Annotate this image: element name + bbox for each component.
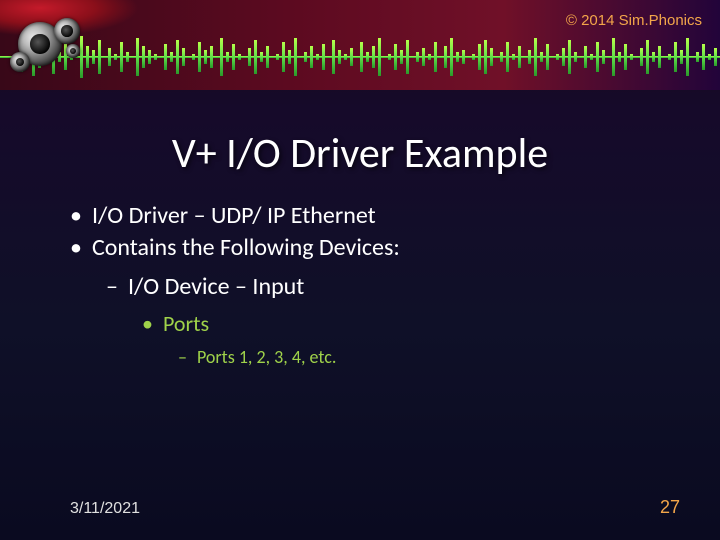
bullet-level3: Ports bbox=[142, 309, 680, 339]
bullet-level1: I/O Driver – UDP/ IP Ethernet bbox=[70, 200, 680, 232]
bullet-level4: Ports 1, 2, 3, 4, etc. bbox=[178, 345, 680, 369]
footer-page-number: 27 bbox=[660, 497, 680, 518]
bullet-level1: Contains the Following Devices: bbox=[70, 232, 680, 264]
slide-title: V+ I/O Driver Example bbox=[0, 128, 720, 179]
copyright-text: © 2014 Sim.Phonics bbox=[566, 12, 702, 29]
bullet-level2: I/O Device – Input bbox=[106, 271, 680, 303]
slide-content: I/O Driver – UDP/ IP Ethernet Contains t… bbox=[70, 200, 680, 369]
waveform-graphic bbox=[0, 32, 720, 82]
speaker-graphic bbox=[10, 18, 90, 88]
footer-date: 3/11/2021 bbox=[70, 500, 140, 518]
header-banner: © 2014 Sim.Phonics bbox=[0, 0, 720, 90]
